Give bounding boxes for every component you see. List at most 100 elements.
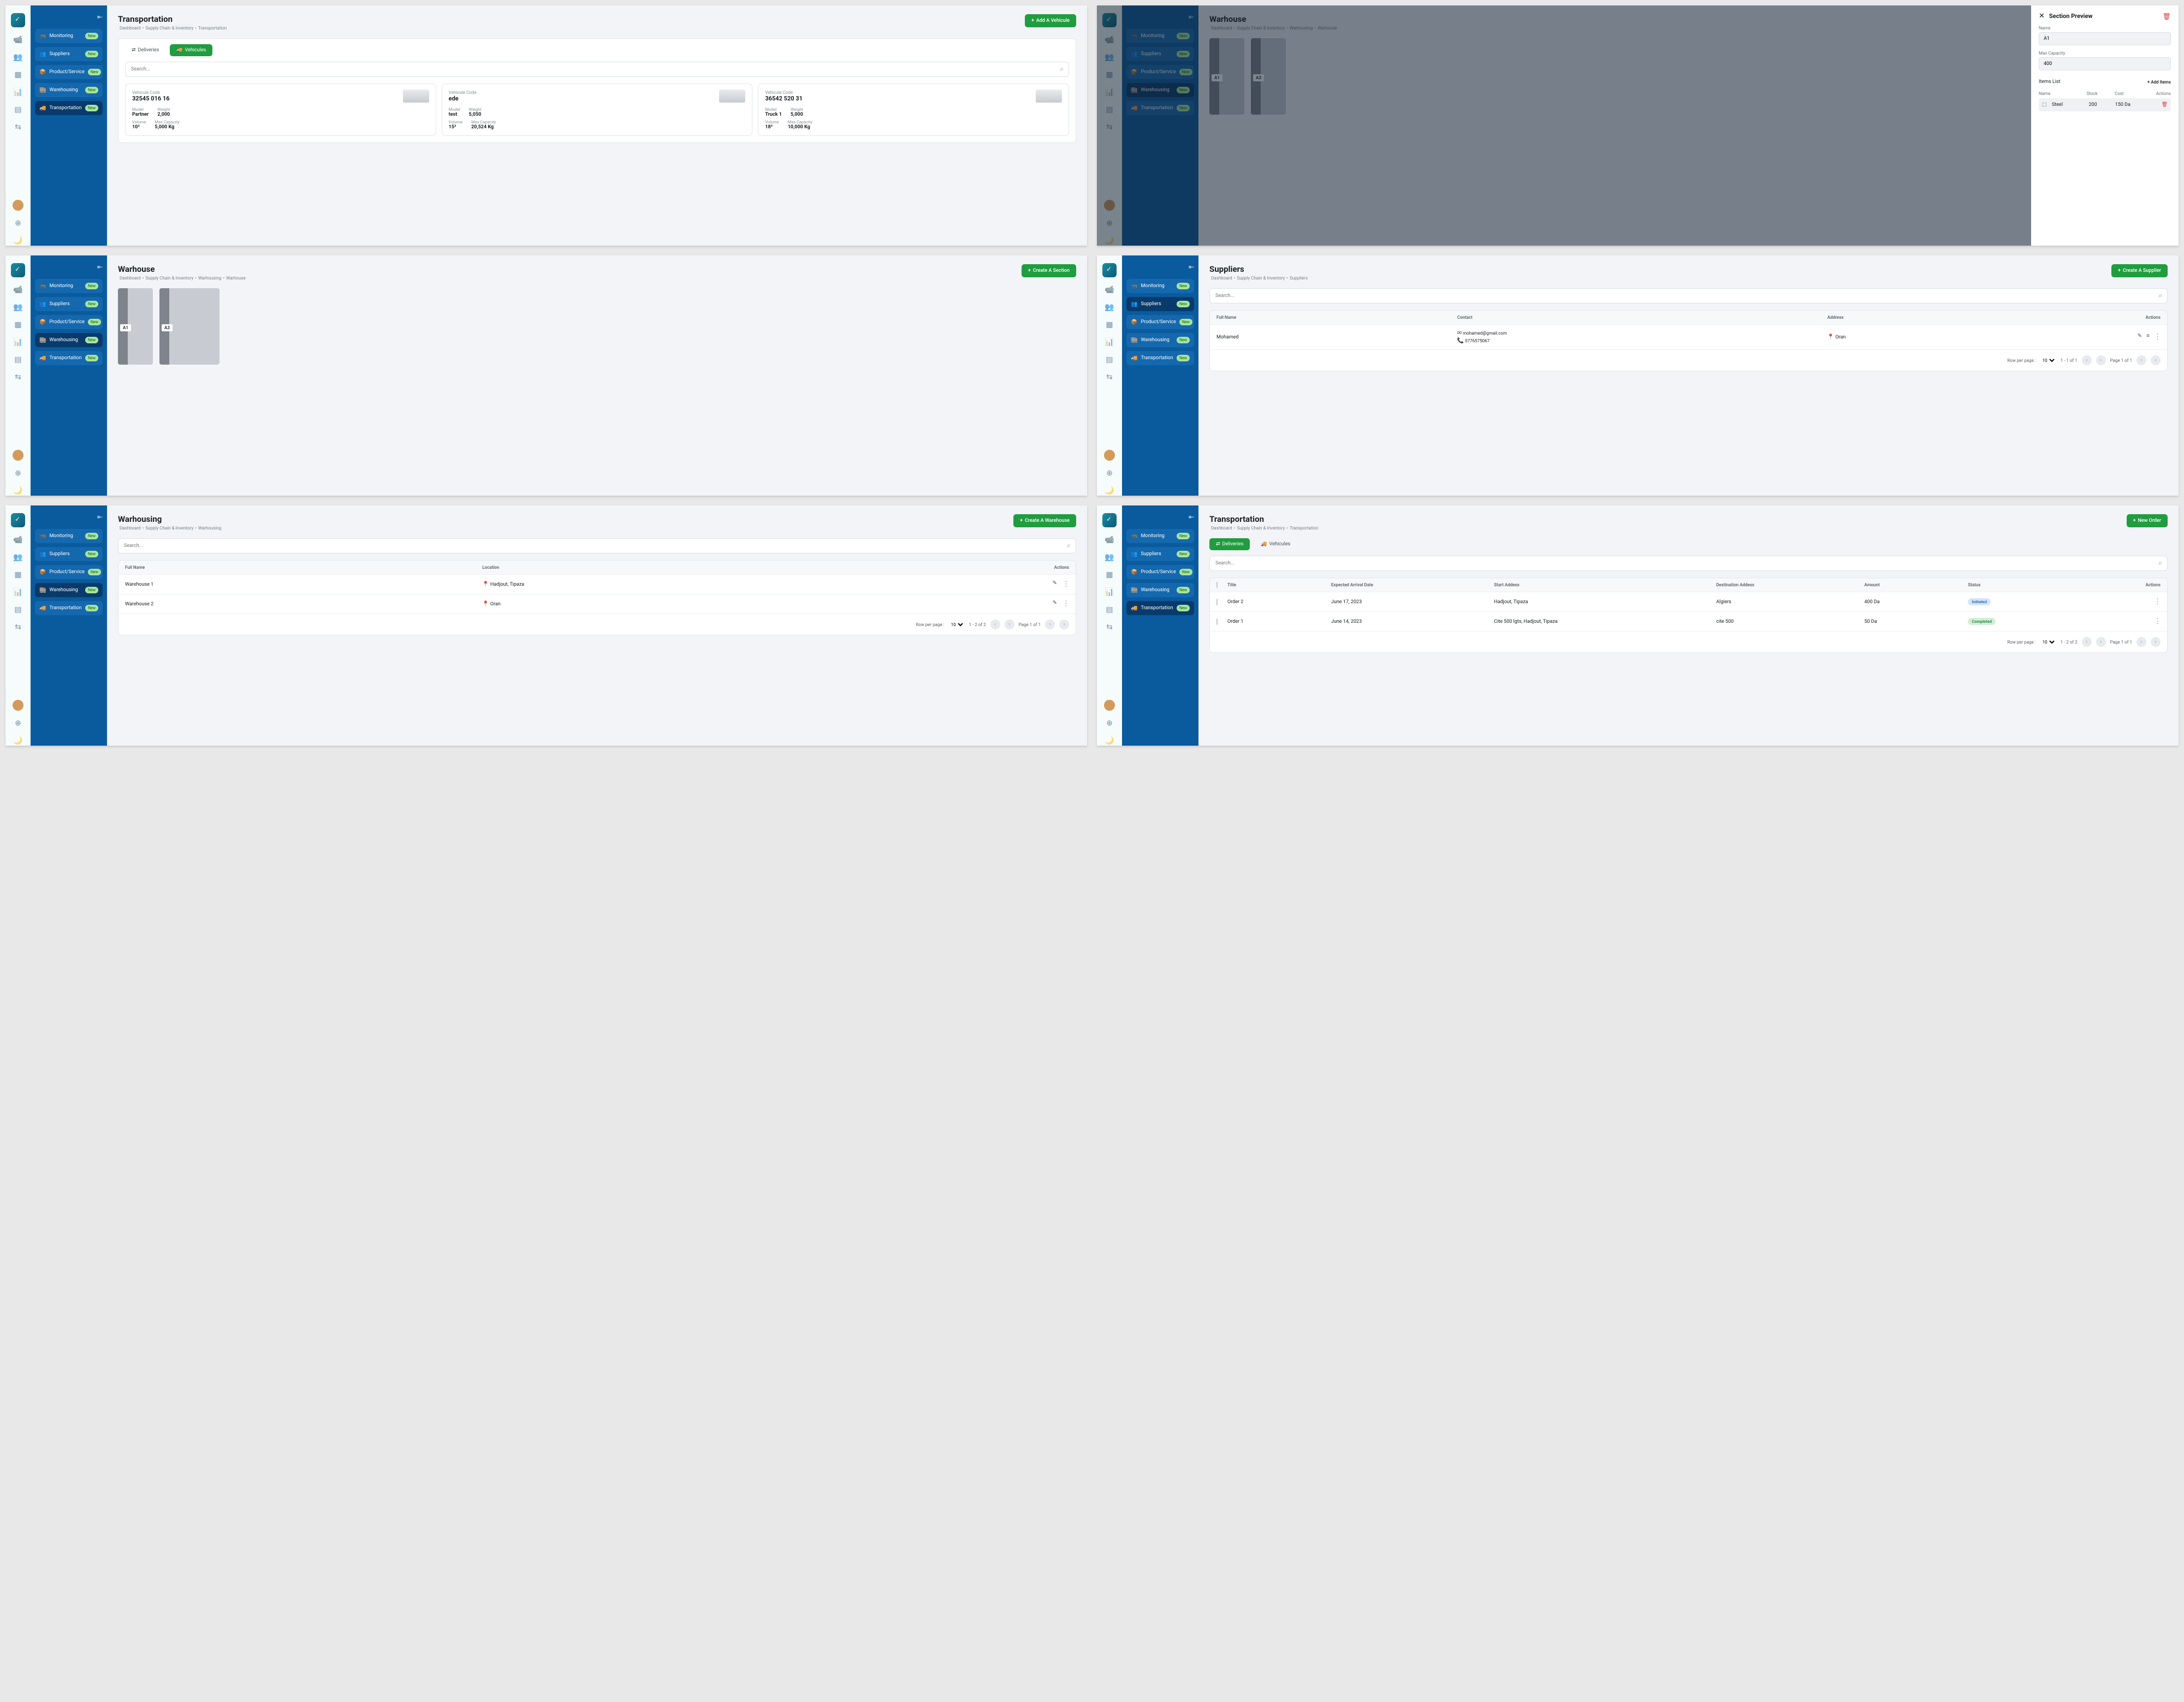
sidebar-item-product[interactable]: 📦Product/ServiceNew xyxy=(1126,565,1194,579)
delete-item-icon[interactable]: 🗑 xyxy=(2141,102,2168,108)
avatar[interactable] xyxy=(13,200,23,211)
prev-page-button[interactable]: ‹ xyxy=(2082,355,2092,365)
next-page-button[interactable]: › xyxy=(1059,620,1069,629)
item-icon: ⬚ xyxy=(2042,102,2052,108)
sidebar-item-suppliers[interactable]: 👥SuppliersNew xyxy=(1126,297,1194,311)
globe-icon[interactable]: ⊕ xyxy=(13,218,23,228)
close-icon[interactable]: ✕ xyxy=(2039,12,2045,20)
sidebar-item-suppliers[interactable]: 👥SuppliersNew xyxy=(1126,547,1194,561)
sidebar-item-warehousing[interactable]: 🏬WarehousingNew xyxy=(1126,333,1194,347)
capacity-field[interactable] xyxy=(2039,57,2171,70)
search-input[interactable] xyxy=(1209,556,2168,571)
name-field[interactable] xyxy=(2039,32,2171,45)
rows-per-page-select[interactable]: 10 xyxy=(2040,358,2056,364)
row-checkbox[interactable] xyxy=(1216,599,1218,605)
moon-icon[interactable]: 🌙 xyxy=(13,236,23,246)
more-icon[interactable]: ⋮ xyxy=(2154,333,2161,341)
vehicle-card[interactable]: Vehicule Codeede ModeltestWeight5,050 Vo… xyxy=(442,84,753,136)
sidebar-item-transportation[interactable]: 🚚TransportationNew xyxy=(35,601,103,615)
more-icon[interactable]: ⋮ xyxy=(1063,580,1069,588)
next-page-button[interactable]: › xyxy=(2151,355,2161,365)
search-input[interactable] xyxy=(1209,288,2168,303)
new-order-button[interactable]: New Order xyxy=(2127,514,2168,527)
rail-icon[interactable]: 👥 xyxy=(13,52,23,62)
sidebar-item-transportation[interactable]: 🚚TransportationNew xyxy=(1126,601,1194,615)
more-icon[interactable]: ⋮ xyxy=(1063,600,1069,608)
next-page-button[interactable]: › xyxy=(2136,355,2146,365)
sidebar-item-monitoring[interactable]: 📹MonitoringNew xyxy=(35,279,103,293)
tab-deliveries[interactable]: ⇄Deliveries xyxy=(125,44,165,56)
sidebar-item-suppliers[interactable]: 👥SuppliersNew xyxy=(35,47,103,61)
sidebar-item-transportation[interactable]: 🚚TransportationNew xyxy=(35,351,103,365)
breadcrumb: Dashboard•Supply Chain & Inventory•Trans… xyxy=(118,26,228,31)
section-card[interactable]: A1 xyxy=(118,288,153,365)
vehicle-card[interactable]: Vehicule Code36542 520 31 ModelTruck 1We… xyxy=(758,84,1069,136)
edit-icon[interactable]: ✎ xyxy=(1053,580,1057,588)
tab-deliveries[interactable]: ⇄Deliveries xyxy=(1209,538,1250,550)
tab-vehicules[interactable]: 🚚Vehicules xyxy=(1254,538,1297,550)
collapse-icon[interactable]: ⇤ xyxy=(97,13,103,21)
collapse-icon[interactable]: ⇤ xyxy=(97,263,103,271)
next-page-button[interactable]: › xyxy=(2151,637,2161,647)
collapse-icon[interactable]: ⇤ xyxy=(97,513,103,521)
next-page-button[interactable]: › xyxy=(1045,620,1055,629)
more-icon[interactable]: ⋮ xyxy=(2154,617,2161,626)
select-all-checkbox[interactable] xyxy=(1216,582,1218,588)
add-vehicle-button[interactable]: Add A Vehicule xyxy=(1025,14,1076,27)
sidebar-item-monitoring[interactable]: 📹MonitoringNew xyxy=(1126,529,1194,543)
edit-icon[interactable]: ✎ xyxy=(1053,600,1057,608)
tab-vehicules[interactable]: 🚚Vehicules xyxy=(170,44,212,56)
more-icon[interactable]: ⋮ xyxy=(2154,598,2161,606)
status-badge: Completed xyxy=(1968,618,1996,625)
modal-overlay[interactable]: ✕ Section Preview 🗑 Name Max Capacity It… xyxy=(1097,5,2179,246)
create-section-button[interactable]: Create A Section xyxy=(1022,264,1076,277)
pagination: Row per page : 10 1 - 2 of 2 ‹ ‹ Page 1 … xyxy=(118,614,1076,635)
sidebar-item-monitoring[interactable]: 📹MonitoringNew xyxy=(35,29,103,43)
table-row: Warehouse 1 📍 Hadjout, Tipaza ✎⋮ xyxy=(118,574,1076,594)
sidebar-item-monitoring[interactable]: 📹MonitoringNew xyxy=(1126,279,1194,293)
sidebar-item-warehousing[interactable]: 🏬WarehousingNew xyxy=(35,583,103,597)
vehicle-image xyxy=(1036,90,1062,103)
list-icon[interactable]: ≡ xyxy=(2146,333,2150,341)
sidebar-item-suppliers[interactable]: 👥SuppliersNew xyxy=(35,547,103,561)
rail-icon[interactable]: 📹 xyxy=(13,35,23,45)
sidebar-item-suppliers[interactable]: 👥SuppliersNew xyxy=(35,297,103,311)
edit-icon[interactable]: ✎ xyxy=(2138,333,2142,341)
prev-page-button[interactable]: ‹ xyxy=(2082,637,2092,647)
create-supplier-button[interactable]: Create A Supplier xyxy=(2111,264,2168,277)
next-page-button[interactable]: › xyxy=(2136,637,2146,647)
rows-per-page-select[interactable]: 10 xyxy=(2040,639,2056,645)
name-label: Name xyxy=(2039,26,2171,31)
collapse-icon[interactable]: ⇤ xyxy=(1189,263,1194,271)
rail-icon[interactable]: ▤ xyxy=(13,105,23,115)
add-items-button[interactable]: Add Items xyxy=(2147,80,2171,85)
sidebar-item-transportation[interactable]: 🚚TransportationNew xyxy=(1126,351,1194,365)
prev-page-button[interactable]: ‹ xyxy=(1005,620,1014,629)
sidebar-item-warehousing[interactable]: 🏬WarehousingNew xyxy=(35,83,103,97)
sidebar-item-warehousing[interactable]: 🏬WarehousingNew xyxy=(1126,583,1194,597)
rail-icon[interactable]: ⇆ xyxy=(13,122,23,132)
sidebar-item-product[interactable]: 📦Product/ServiceNew xyxy=(1126,315,1194,329)
prev-page-button[interactable]: ‹ xyxy=(990,620,1000,629)
search-input[interactable] xyxy=(118,538,1076,554)
sidebar-item-product[interactable]: 📦Product/ServiceNew xyxy=(35,65,103,79)
table-row: Order 2 June 17, 2023 Hadjout, Tipaza Al… xyxy=(1210,592,2167,611)
rows-per-page-select[interactable]: 10 xyxy=(949,622,965,628)
search-input[interactable] xyxy=(125,62,1069,77)
prev-page-button[interactable]: ‹ xyxy=(2096,637,2106,647)
row-checkbox[interactable] xyxy=(1216,618,1218,625)
collapse-icon[interactable]: ⇤ xyxy=(1189,513,1194,521)
sidebar-item-product[interactable]: 📦Product/ServiceNew xyxy=(35,565,103,579)
rail-icon[interactable]: ▦ xyxy=(13,70,23,80)
delete-icon[interactable]: 🗑 xyxy=(2163,13,2171,20)
create-warehouse-button[interactable]: Create A Warehouse xyxy=(1013,514,1076,527)
sidebar-item-monitoring[interactable]: 📹MonitoringNew xyxy=(35,529,103,543)
logo xyxy=(11,13,25,27)
vehicle-card[interactable]: Vehicule Code32545 016 16 ModelPartnerWe… xyxy=(125,84,436,136)
rail-icon[interactable]: 📊 xyxy=(13,87,23,97)
sidebar-item-product[interactable]: 📦Product/ServiceNew xyxy=(35,315,103,329)
sidebar-item-warehousing[interactable]: 🏬WarehousingNew xyxy=(35,333,103,347)
sidebar-item-transportation[interactable]: 🚚TransportationNew xyxy=(35,101,103,115)
section-card[interactable]: A3 xyxy=(159,288,219,365)
prev-page-button[interactable]: ‹ xyxy=(2096,355,2106,365)
